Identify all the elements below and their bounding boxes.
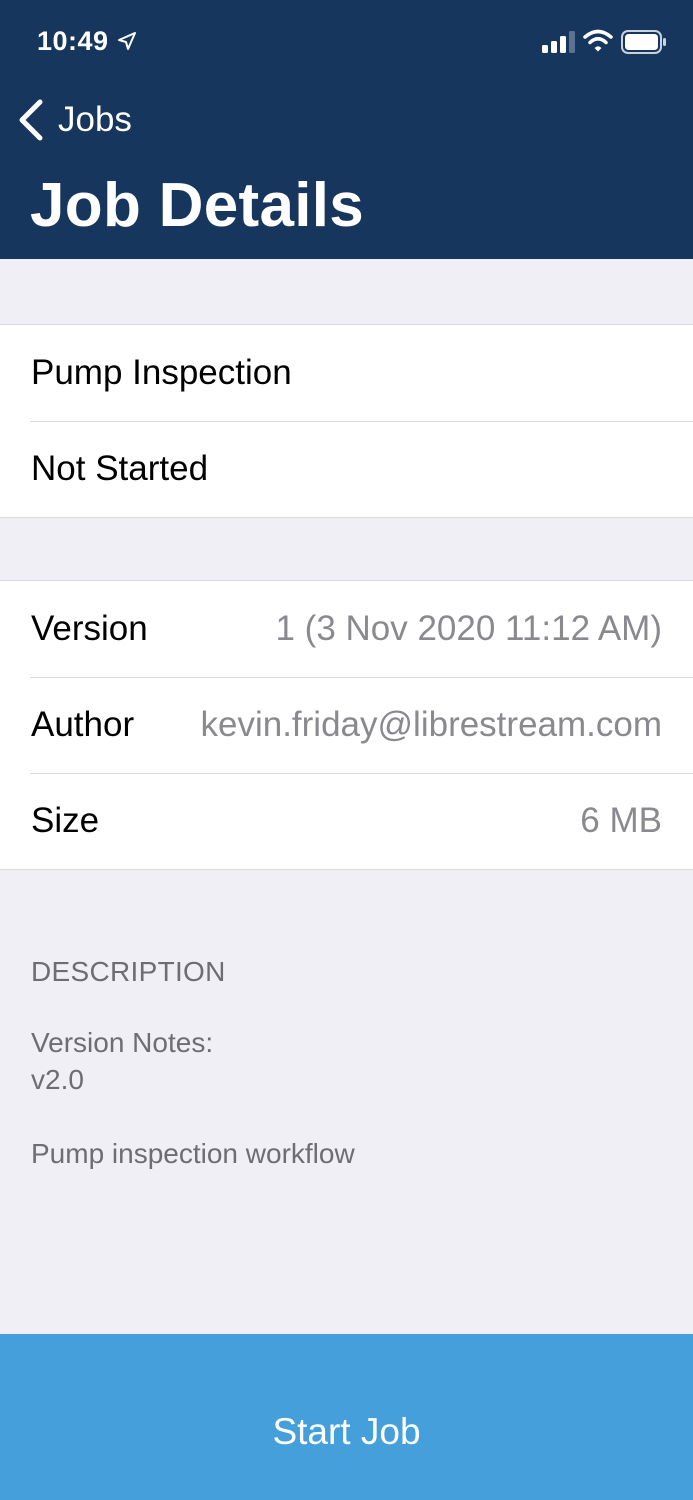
navigation-header: 10:49 Jobs Job Details [0,0,693,259]
cellular-signal-icon [542,31,575,53]
start-job-label: Start Job [272,1411,421,1452]
detail-label-size: Size [31,801,100,840]
description-body: Version Notes: v2.0 Pump inspection work… [31,1027,355,1169]
location-arrow-icon [118,32,136,50]
job-details-group: Version 1 (3 Nov 2020 11:12 AM) Author k… [0,580,693,870]
start-job-button[interactable]: Start Job [0,1334,693,1500]
detail-row-author: Author kevin.friday@librestream.com [0,677,693,773]
description-header: DESCRIPTION [31,956,226,987]
job-name-row: Pump Inspection [0,325,693,421]
detail-row-version: Version 1 (3 Nov 2020 11:12 AM) [0,581,693,677]
battery-icon [621,30,666,54]
job-status: Not Started [31,449,209,488]
back-button-label: Jobs [58,100,132,139]
chevron-left-icon [19,99,43,141]
detail-label-version: Version [31,609,148,648]
page-title: Job Details [30,171,365,240]
detail-row-size: Size 6 MB [0,773,693,869]
detail-value-author: kevin.friday@librestream.com [200,705,663,744]
job-status-row: Not Started [0,421,693,517]
back-button[interactable]: Jobs [14,96,132,144]
job-summary-group: Pump Inspection Not Started [0,324,693,518]
detail-value-version: 1 (3 Nov 2020 11:12 AM) [275,609,662,648]
status-bar: 10:49 [0,0,693,88]
detail-label-author: Author [31,705,135,744]
job-name: Pump Inspection [31,353,292,392]
detail-value-size: 6 MB [580,801,662,840]
wifi-icon [583,29,613,52]
status-time: 10:49 [37,26,109,56]
